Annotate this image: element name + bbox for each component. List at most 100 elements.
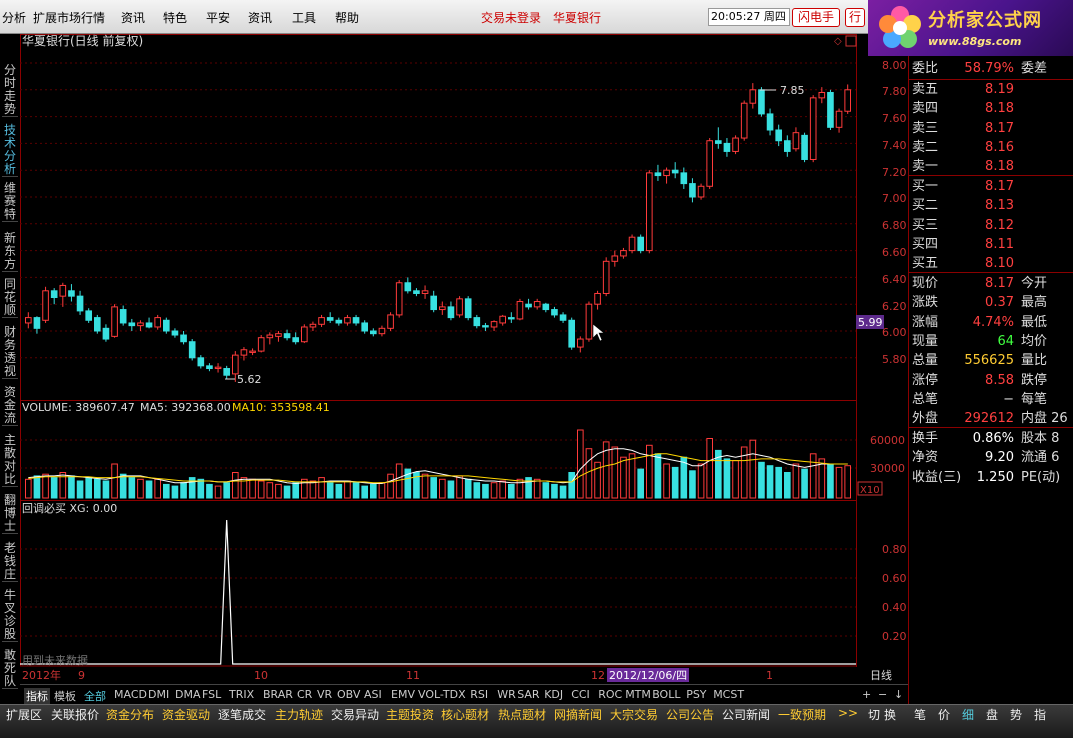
menu-help[interactable]: 帮助 — [335, 9, 359, 26]
bottom-tab-11[interactable]: 大宗交易 — [610, 706, 658, 723]
indicator-tab-模板[interactable]: 模板 — [54, 688, 76, 704]
tab-laoqianzhuang[interactable]: 老钱庄 — [2, 542, 18, 582]
chart-area[interactable]: 华夏银行(日线 前复权) VOLUME: 389607.47 MA5: 3923… — [20, 33, 908, 684]
mouse-cursor-icon — [592, 323, 605, 342]
indicator-tab-mtm[interactable]: MTM — [625, 688, 651, 701]
indicator-tab-全部[interactable]: 全部 — [84, 688, 106, 704]
panel-tab-2[interactable]: 细 — [962, 706, 974, 723]
indicator-tab-dmi[interactable]: DMI — [148, 688, 169, 701]
bottom-tab-15[interactable]: >> — [838, 706, 858, 720]
switch-button[interactable]: 换 — [884, 706, 896, 723]
candle-body — [835, 110, 843, 128]
date-label: 12 — [591, 669, 605, 682]
tab-capital-flow[interactable]: 资金流 — [2, 386, 18, 426]
stat-label2: 均价 — [1021, 333, 1048, 349]
menu-special[interactable]: 特色 — [163, 9, 187, 26]
indicator-tab-asi[interactable]: ASI — [364, 688, 382, 701]
bottom-tab-10[interactable]: 网摘新闻 — [554, 706, 602, 723]
indicator-tab-kdj[interactable]: KDJ — [544, 688, 563, 701]
candle-body — [758, 89, 765, 115]
bottom-tab-4[interactable]: 逐笔成交 — [218, 706, 266, 723]
candle-body — [508, 317, 515, 320]
indicator-tab-obv[interactable]: OBV — [337, 688, 360, 701]
bottom-tab-14[interactable]: 一致预期 — [778, 706, 826, 723]
candle-body — [275, 333, 282, 337]
panel-tab-3[interactable]: 盘 — [986, 706, 998, 723]
tab-tonghuashun[interactable]: 同花顺 — [2, 278, 18, 318]
indicator-tab-trix[interactable]: TRIX — [229, 688, 254, 701]
volume-bar — [499, 480, 506, 499]
bottom-tab-8[interactable]: 核心题材 — [441, 706, 489, 723]
menu-tools[interactable]: 工具 — [292, 9, 316, 26]
bottom-tab-1[interactable]: 关联报价 — [51, 706, 99, 723]
window-toggle-icon[interactable] — [845, 35, 857, 47]
indicator-tab-emv[interactable]: EMV — [391, 688, 415, 701]
indicator-tab-wr[interactable]: WR — [497, 688, 516, 701]
volume-bar — [646, 444, 653, 499]
indicator-tab-boll[interactable]: BOLL — [652, 688, 680, 701]
kline-chart[interactable]: 华夏银行(日线 前复权) VOLUME: 389607.47 MA5: 3923… — [20, 33, 908, 684]
indicator-tab-mcst[interactable]: MCST — [713, 688, 744, 701]
indicator-tab-roc[interactable]: ROC — [598, 688, 622, 701]
bottom-tab-6[interactable]: 交易异动 — [331, 706, 379, 723]
bottom-tab-3[interactable]: 资金驱动 — [162, 706, 210, 723]
tab-technical[interactable]: 技术分析 — [2, 124, 18, 177]
indicator-tab-sar[interactable]: SAR — [517, 688, 539, 701]
bottom-tab-5[interactable]: 主力轨迹 — [275, 706, 323, 723]
candle-body — [395, 282, 403, 316]
menu-info[interactable]: 资讯 — [121, 9, 145, 26]
quote-button[interactable]: 行 — [845, 8, 865, 27]
tab-xindongfang[interactable]: 新东方 — [2, 232, 18, 272]
volume-bar — [464, 478, 472, 499]
menu-ext-market[interactable]: 扩展市场行情 — [33, 9, 105, 26]
bottom-tab-2[interactable]: 资金分布 — [106, 706, 154, 723]
bottom-tab-12[interactable]: 公司公告 — [666, 706, 714, 723]
bottom-tab-13[interactable]: 公司新闻 — [722, 706, 770, 723]
indicator-tab-vr[interactable]: VR — [317, 688, 332, 701]
tab-weisaite[interactable]: 维赛特 — [2, 182, 18, 222]
indicator-tab-vol-tdx[interactable]: VOL-TDX — [418, 688, 466, 701]
tab-dare-to-die[interactable]: 敢死队 — [2, 649, 18, 689]
bottom-tab-0[interactable]: 扩展区 — [6, 706, 42, 723]
tab-fanboshi[interactable]: 翻博士 — [2, 494, 18, 534]
panel-tab-5[interactable]: 指 — [1034, 706, 1046, 723]
indicator-tab-brar[interactable]: BRAR — [263, 688, 293, 701]
tab-diagnose[interactable]: 牛叉诊股 — [2, 589, 18, 642]
candle-body — [628, 236, 636, 252]
volume-bar — [318, 477, 325, 499]
panel-tab-0[interactable]: 笔 — [914, 706, 926, 723]
panel-tab-1[interactable]: 价 — [938, 706, 950, 723]
indicator-tab-macd[interactable]: MACD — [114, 688, 147, 701]
indicator-tab-指标[interactable]: 指标 — [24, 688, 50, 704]
ask-label: 卖二 — [912, 139, 939, 155]
menu-news[interactable]: 资讯 — [248, 9, 272, 26]
switch-button[interactable]: 切 — [868, 706, 880, 723]
menu-pingan[interactable]: 平安 — [206, 9, 230, 26]
indicator-tab-cci[interactable]: CCI — [571, 688, 590, 701]
indicator-control-1[interactable]: − — [878, 688, 887, 701]
diamond-icon[interactable]: ◇ — [834, 36, 842, 47]
menu-analysis[interactable]: 分析 — [2, 9, 26, 26]
panel-tab-4[interactable]: 势 — [1010, 706, 1022, 723]
indicator-tab-rsi[interactable]: RSI — [470, 688, 488, 701]
indicator-tab-dma[interactable]: DMA — [175, 688, 201, 701]
tab-main-retail[interactable]: 主散对比 — [2, 434, 18, 487]
candle-body — [671, 169, 679, 174]
bottom-tab-7[interactable]: 主题投资 — [386, 706, 434, 723]
indicator-tab-psy[interactable]: PSY — [686, 688, 706, 701]
volume-unit: X10 — [860, 485, 880, 496]
indicator-tab-bar: 指标 模板 全部 MACD DMI DMA FSL TRIX BRAR CR VR OBV ASI EMV… — [20, 684, 908, 704]
indicator-tab-cr[interactable]: CR — [297, 688, 312, 701]
indicator-control-2[interactable]: ↓ — [894, 688, 903, 701]
indicator-tab-fsl[interactable]: FSL — [202, 688, 221, 701]
tab-financial[interactable]: 财务透视 — [2, 326, 18, 379]
indicator-control-0[interactable]: + — [862, 688, 871, 701]
period-label[interactable]: 日线 — [870, 668, 892, 682]
bottom-tab-9[interactable]: 热点题材 — [498, 706, 546, 723]
xg-signal-line — [20, 519, 856, 665]
stock-name-link[interactable]: 华夏银行 — [553, 9, 601, 26]
volume-bar — [361, 485, 368, 499]
flash-trade-button[interactable]: 闪电手 — [792, 8, 840, 27]
trade-login-link[interactable]: 交易未登录 — [481, 9, 541, 26]
tab-timeshare[interactable]: 分时走势 — [2, 64, 18, 117]
